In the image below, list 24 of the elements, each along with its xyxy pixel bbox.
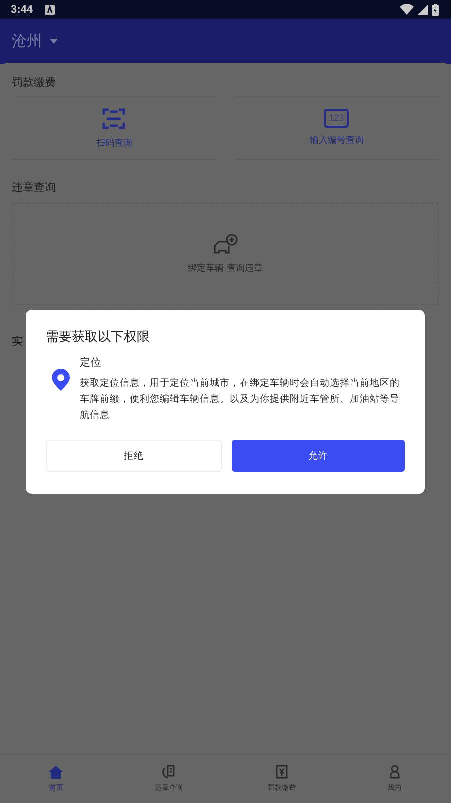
- deny-button[interactable]: 拒绝: [46, 440, 222, 472]
- car-add-icon: [212, 234, 238, 256]
- wifi-icon: [400, 4, 414, 15]
- document-icon: [162, 765, 176, 779]
- permission-name: 定位: [80, 356, 103, 370]
- caret-icon: [50, 39, 58, 44]
- allow-button[interactable]: 允许: [232, 440, 405, 472]
- battery-icon: [432, 4, 439, 16]
- dialog-title: 需要获取以下权限: [46, 329, 151, 346]
- section-title: 罚款缴费: [12, 75, 57, 90]
- location-pin-icon: [52, 369, 70, 391]
- permission-description: 获取定位信息，用于定位当前城市，在绑定车辆时会自动选择当前地区的车牌前缀，便利您编辑车辆信息。以及为你提供附近车管所、加油站等导航信息: [80, 377, 401, 423]
- signal-icon: [418, 4, 428, 14]
- notification-icon: [45, 4, 56, 14]
- status-time: 3:44: [11, 4, 34, 16]
- city-selector[interactable]: 沧州: [12, 32, 58, 51]
- query-button[interactable]: 扫码查询: [12, 96, 216, 160]
- person-icon: [390, 765, 400, 779]
- bind-vehicle-card[interactable]: 绑定车辆 查询违章: [12, 203, 439, 305]
- scan-icon: [102, 106, 126, 130]
- section-title: 实: [12, 334, 23, 349]
- receipt-icon: [276, 765, 288, 779]
- section-title: 违章查询: [12, 180, 57, 195]
- home-icon: [49, 766, 64, 778]
